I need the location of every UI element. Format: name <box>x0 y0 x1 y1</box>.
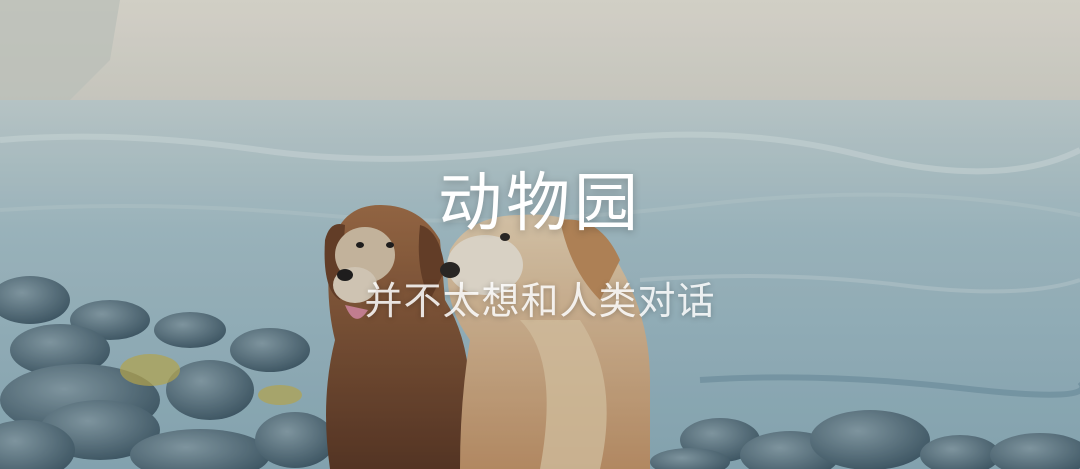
hero-subtitle: 并不太想和人类对话 <box>364 279 716 323</box>
hero-banner: 动物园 并不太想和人类对话 <box>0 0 1080 469</box>
hero-title: 动物园 <box>438 167 642 241</box>
